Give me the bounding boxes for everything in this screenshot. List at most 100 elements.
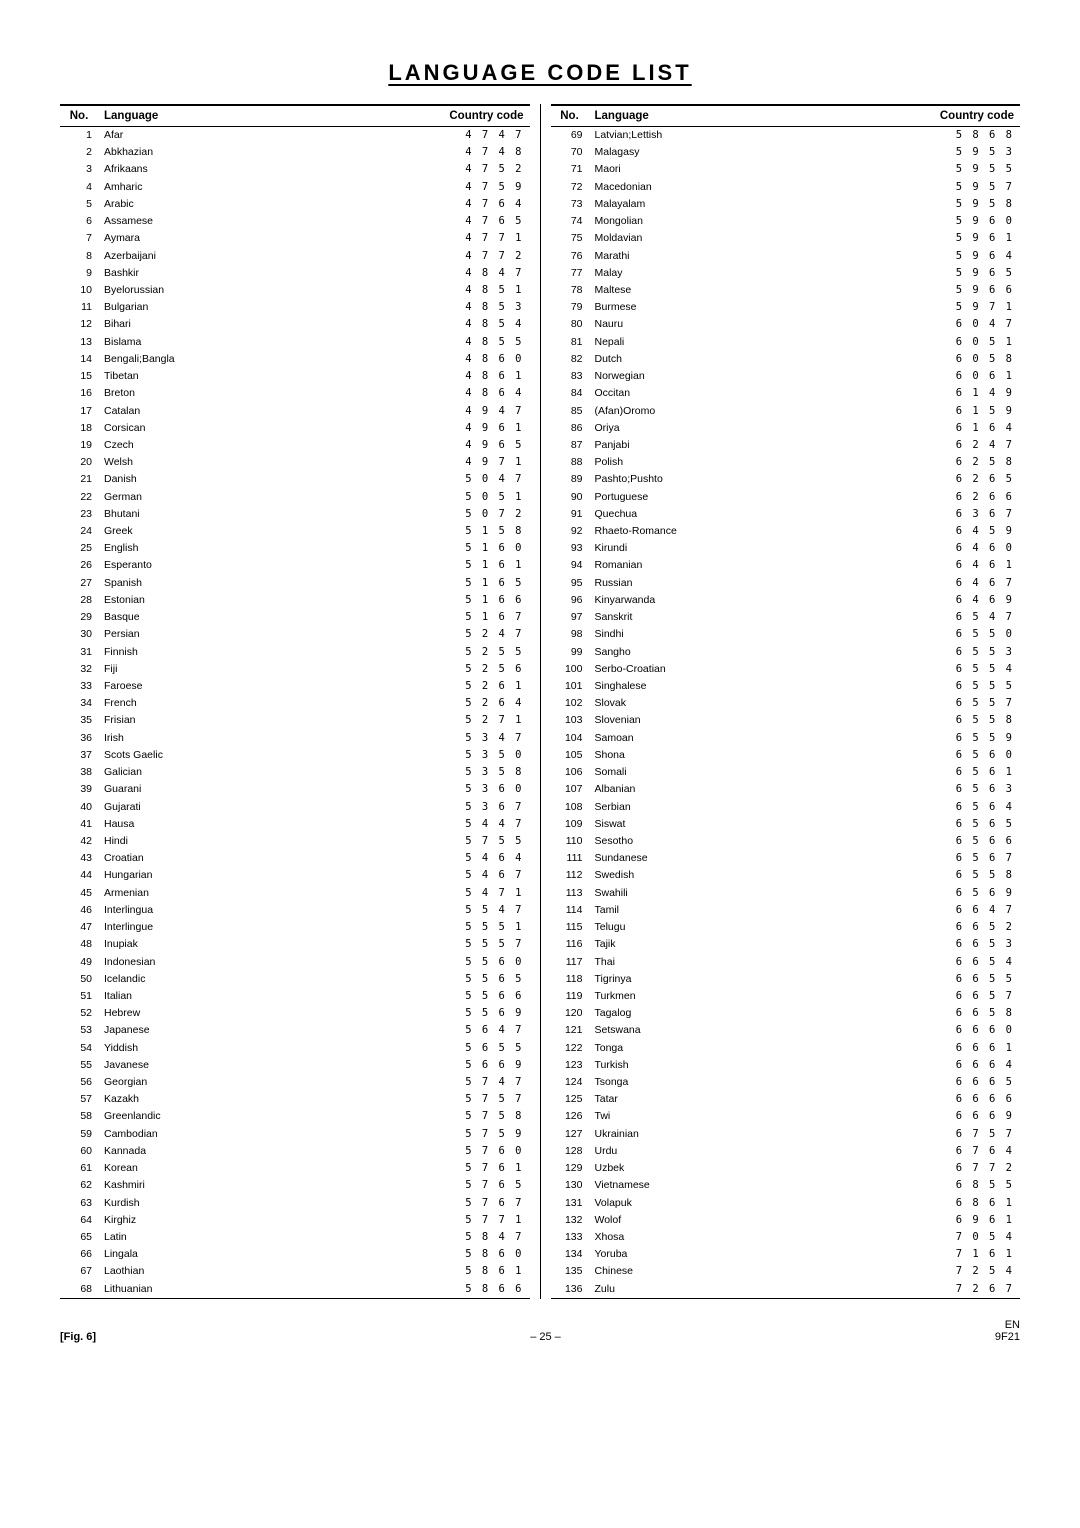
row-language: Bulgarian — [98, 299, 309, 316]
table-row: 41Hausa5 4 4 7 — [60, 816, 530, 833]
row-language: Tonga — [589, 1040, 815, 1057]
table-row: 75Moldavian5 9 6 1 — [551, 230, 1021, 247]
row-language: Polish — [589, 454, 815, 471]
table-row: 70Malagasy5 9 5 3 — [551, 144, 1021, 161]
row-number: 92 — [551, 523, 589, 540]
row-number: 107 — [551, 781, 589, 798]
page-number: – 25 – — [96, 1331, 995, 1343]
table-row: 54Yiddish5 6 5 5 — [60, 1040, 530, 1057]
row-language: Kannada — [98, 1143, 309, 1160]
row-number: 49 — [60, 954, 98, 971]
row-code: 5 9 5 3 — [814, 144, 1020, 161]
row-code: 5 1 6 7 — [309, 609, 529, 626]
row-language: Tatar — [589, 1091, 815, 1108]
row-number: 52 — [60, 1005, 98, 1022]
table-row: 115Telugu6 6 5 2 — [551, 919, 1021, 936]
row-number: 23 — [60, 506, 98, 523]
footer: [Fig. 6] – 25 – EN 9F21 — [60, 1319, 1020, 1343]
row-code: 5 5 6 0 — [309, 954, 529, 971]
table-row: 135Chinese7 2 5 4 — [551, 1263, 1021, 1280]
table-row: 3Afrikaans4 7 5 2 — [60, 161, 530, 178]
row-code: 5 3 5 8 — [309, 764, 529, 781]
row-language: Serbo-Croatian — [589, 661, 815, 678]
row-code: 5 7 5 5 — [309, 833, 529, 850]
table-row: 104Samoan6 5 5 9 — [551, 730, 1021, 747]
row-number: 64 — [60, 1212, 98, 1229]
table-row: 48Inupiak5 5 5 7 — [60, 936, 530, 953]
row-language: Oriya — [589, 420, 815, 437]
row-language: Aymara — [98, 230, 309, 247]
row-code: 6 5 6 3 — [814, 781, 1020, 798]
row-number: 19 — [60, 437, 98, 454]
row-code: 6 7 6 4 — [814, 1143, 1020, 1160]
row-number: 42 — [60, 833, 98, 850]
row-number: 126 — [551, 1108, 589, 1125]
table-row: 117Thai6 6 5 4 — [551, 954, 1021, 971]
row-number: 60 — [60, 1143, 98, 1160]
row-language: Quechua — [589, 506, 815, 523]
row-number: 131 — [551, 1195, 589, 1212]
row-number: 12 — [60, 316, 98, 333]
row-number: 21 — [60, 471, 98, 488]
table-row: 118Tigrinya6 6 5 5 — [551, 971, 1021, 988]
row-code: 6 5 5 0 — [814, 626, 1020, 643]
row-language: Yiddish — [98, 1040, 309, 1057]
row-number: 11 — [60, 299, 98, 316]
row-language: Kinyarwanda — [589, 592, 815, 609]
row-code: 4 8 5 1 — [309, 282, 529, 299]
row-code: 5 9 7 1 — [814, 299, 1020, 316]
row-language: Gujarati — [98, 799, 309, 816]
table-row: 66Lingala5 8 6 0 — [60, 1246, 530, 1263]
row-number: 50 — [60, 971, 98, 988]
table-row: 97Sanskrit6 5 4 7 — [551, 609, 1021, 626]
row-language: Hausa — [98, 816, 309, 833]
table-row: 99Sangho6 5 5 3 — [551, 644, 1021, 661]
row-code: 6 5 6 9 — [814, 885, 1020, 902]
table-row: 73Malayalam5 9 5 8 — [551, 196, 1021, 213]
row-code: 5 7 5 9 — [309, 1126, 529, 1143]
row-number: 90 — [551, 489, 589, 506]
table-row: 46Interlingua5 5 4 7 — [60, 902, 530, 919]
row-code: 6 5 5 8 — [814, 712, 1020, 729]
row-code: 7 2 6 7 — [814, 1281, 1020, 1299]
row-number: 97 — [551, 609, 589, 626]
row-language: Welsh — [98, 454, 309, 471]
row-code: 5 3 6 7 — [309, 799, 529, 816]
row-number: 78 — [551, 282, 589, 299]
row-code: 4 8 6 0 — [309, 351, 529, 368]
table-row: 109Siswat6 5 6 5 — [551, 816, 1021, 833]
row-code: 5 1 6 1 — [309, 557, 529, 574]
row-language: Tagalog — [589, 1005, 815, 1022]
row-language: Interlingua — [98, 902, 309, 919]
row-code: 5 2 6 4 — [309, 695, 529, 712]
row-code: 5 6 4 7 — [309, 1022, 529, 1039]
table-row: 134Yoruba7 1 6 1 — [551, 1246, 1021, 1263]
table-row: 111Sundanese6 5 6 7 — [551, 850, 1021, 867]
row-number: 66 — [60, 1246, 98, 1263]
row-language: Fiji — [98, 661, 309, 678]
table-row: 132Wolof6 9 6 1 — [551, 1212, 1021, 1229]
row-number: 133 — [551, 1229, 589, 1246]
row-code: 4 7 6 4 — [309, 196, 529, 213]
row-number: 2 — [60, 144, 98, 161]
table-row: 133Xhosa7 0 5 4 — [551, 1229, 1021, 1246]
row-number: 63 — [60, 1195, 98, 1212]
row-code: 6 6 5 8 — [814, 1005, 1020, 1022]
table-row: 85(Afan)Oromo6 1 5 9 — [551, 403, 1021, 420]
row-language: Esperanto — [98, 557, 309, 574]
row-number: 30 — [60, 626, 98, 643]
row-language: Kurdish — [98, 1195, 309, 1212]
row-language: Burmese — [589, 299, 815, 316]
row-number: 118 — [551, 971, 589, 988]
row-number: 15 — [60, 368, 98, 385]
row-language: Maltese — [589, 282, 815, 299]
row-language: French — [98, 695, 309, 712]
row-number: 46 — [60, 902, 98, 919]
table-row: 1Afar4 7 4 7 — [60, 127, 530, 145]
row-code: 6 0 5 8 — [814, 351, 1020, 368]
table-row: 59Cambodian5 7 5 9 — [60, 1126, 530, 1143]
row-code: 4 7 6 5 — [309, 213, 529, 230]
row-number: 89 — [551, 471, 589, 488]
row-code: 5 8 6 6 — [309, 1281, 529, 1299]
table-divider — [540, 104, 541, 1299]
